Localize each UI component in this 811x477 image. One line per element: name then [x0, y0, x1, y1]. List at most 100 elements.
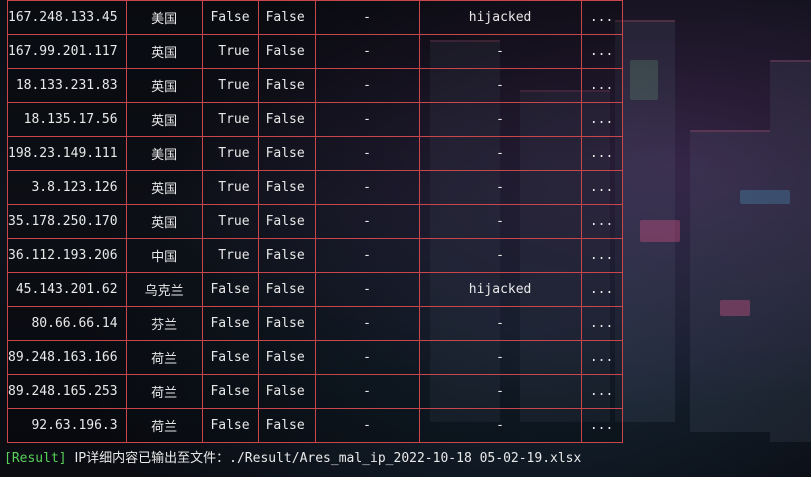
status-cell: -: [418, 374, 582, 409]
ip-cell: 167.248.133.45: [7, 0, 127, 35]
status-cell: -: [418, 34, 582, 69]
flag-cell-1: False: [201, 0, 259, 35]
more-cell: ...: [580, 408, 623, 443]
more-cell: ...: [580, 34, 623, 69]
flag-cell-1: False: [201, 272, 259, 307]
more-cell: ...: [580, 238, 623, 273]
country-cell: 乌克兰: [125, 272, 203, 307]
country-cell: 美国: [125, 0, 203, 35]
flag-cell-2: False: [257, 170, 316, 205]
result-output-line: [Result] IP详细内容已输出至文件：./Result/Ares_mal_…: [4, 447, 581, 466]
country-cell: 美国: [125, 136, 203, 171]
flag-cell-1: False: [201, 374, 259, 409]
more-cell: ...: [580, 170, 623, 205]
ip-cell: 18.135.17.56: [7, 102, 127, 137]
dash-cell: -: [314, 374, 420, 409]
status-cell: -: [418, 238, 582, 273]
dash-cell: -: [314, 204, 420, 239]
ip-cell: 89.248.165.253: [7, 374, 127, 409]
country-cell: 英国: [125, 102, 203, 137]
ip-cell: 80.66.66.14: [7, 306, 127, 341]
flag-cell-2: False: [257, 34, 316, 69]
flag-cell-2: False: [257, 68, 316, 103]
flag-cell-1: True: [201, 204, 259, 239]
dash-cell: -: [314, 408, 420, 443]
status-cell: -: [418, 340, 582, 375]
ip-cell: 36.112.193.206: [7, 238, 127, 273]
country-cell: 英国: [125, 68, 203, 103]
dash-cell: -: [314, 238, 420, 273]
flag-cell-1: False: [201, 340, 259, 375]
flag-cell-1: False: [201, 408, 259, 443]
result-message: IP详细内容已输出至文件：: [74, 451, 230, 466]
country-cell: 中国: [125, 238, 203, 273]
ip-cell: 167.99.201.117: [7, 34, 127, 69]
status-cell: -: [418, 306, 582, 341]
flag-cell-2: False: [257, 408, 316, 443]
ip-cell: 92.63.196.3: [7, 408, 127, 443]
dash-cell: -: [314, 136, 420, 171]
table-row: 18.133.231.83 英国 True False - -...: [7, 68, 623, 103]
ip-cell: 198.23.149.111: [7, 136, 127, 171]
table-row: 89.248.163.166 荷兰 False False - -...: [7, 340, 623, 375]
ip-cell: 45.143.201.62: [7, 272, 127, 307]
country-cell: 英国: [125, 170, 203, 205]
more-cell: ...: [580, 340, 623, 375]
table-row: 80.66.66.14 芬兰 False False - -...: [7, 306, 623, 341]
ip-cell: 18.133.231.83: [7, 68, 127, 103]
table-row: 36.112.193.206 中国 True False - -...: [7, 238, 623, 273]
status-cell: hijacked: [418, 0, 582, 35]
flag-cell-1: True: [201, 170, 259, 205]
more-cell: ...: [580, 68, 623, 103]
table-row: 92.63.196.3 荷兰 False False - -...: [7, 408, 623, 443]
more-cell: ...: [580, 272, 623, 307]
flag-cell-2: False: [257, 306, 316, 341]
flag-cell-2: False: [257, 0, 316, 35]
dash-cell: -: [314, 34, 420, 69]
more-cell: ...: [580, 204, 623, 239]
status-cell: hijacked: [418, 272, 582, 307]
country-cell: 荷兰: [125, 408, 203, 443]
flag-cell-2: False: [257, 238, 316, 273]
more-cell: ...: [580, 136, 623, 171]
dash-cell: -: [314, 102, 420, 137]
status-cell: -: [418, 102, 582, 137]
dash-cell: -: [314, 272, 420, 307]
more-cell: ...: [580, 0, 623, 35]
ip-cell: 35.178.250.170: [7, 204, 127, 239]
status-cell: -: [418, 204, 582, 239]
flag-cell-1: True: [201, 102, 259, 137]
country-cell: 荷兰: [125, 374, 203, 409]
table-row: 3.8.123.126 英国 True False - -...: [7, 170, 623, 205]
table-row: 35.178.250.170 英国 True False - -...: [7, 204, 623, 239]
result-tag: [Result]: [4, 451, 67, 466]
flag-cell-2: False: [257, 272, 316, 307]
flag-cell-1: True: [201, 34, 259, 69]
flag-cell-2: False: [257, 374, 316, 409]
ip-cell: 89.248.163.166: [7, 340, 127, 375]
dash-cell: -: [314, 68, 420, 103]
table-row: 167.99.201.117 英国 True False - -...: [7, 34, 623, 69]
more-cell: ...: [580, 102, 623, 137]
country-cell: 英国: [125, 34, 203, 69]
flag-cell-2: False: [257, 204, 316, 239]
ip-results-table: 167.248.133.45 美国 False False - hijacked... 16…: [7, 0, 623, 443]
status-cell: -: [418, 170, 582, 205]
dash-cell: -: [314, 170, 420, 205]
more-cell: ...: [580, 374, 623, 409]
flag-cell-1: False: [201, 306, 259, 341]
flag-cell-2: False: [257, 340, 316, 375]
dash-cell: -: [314, 306, 420, 341]
flag-cell-2: False: [257, 102, 316, 137]
result-file-path: ./Result/Ares_mal_ip_2022-10-18 05-02-19…: [229, 451, 582, 466]
table-row: 89.248.165.253 荷兰 False False - -...: [7, 374, 623, 409]
flag-cell-1: True: [201, 136, 259, 171]
flag-cell-2: False: [257, 136, 316, 171]
status-cell: -: [418, 68, 582, 103]
table-row: 18.135.17.56 英国 True False - -...: [7, 102, 623, 137]
flag-cell-1: True: [201, 238, 259, 273]
country-cell: 荷兰: [125, 340, 203, 375]
dash-cell: -: [314, 340, 420, 375]
more-cell: ...: [580, 306, 623, 341]
table-body: 167.248.133.45 美国 False False - hijacked... 16…: [7, 0, 623, 443]
